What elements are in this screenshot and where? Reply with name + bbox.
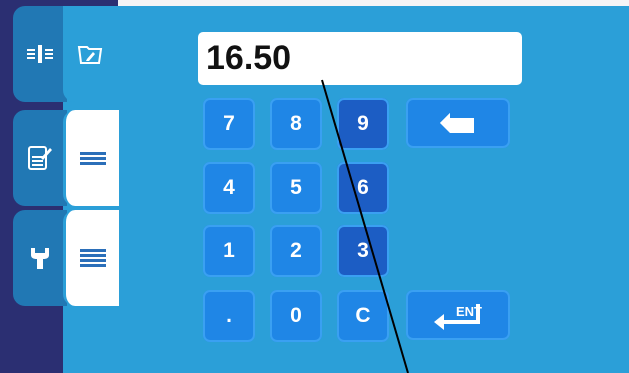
screen: 16.50 7 8 9 4 5 6 1 2 3 . 0 C ENT (0, 0, 629, 373)
key-dot[interactable]: . (203, 290, 255, 342)
key-8[interactable]: 8 (270, 98, 322, 150)
key-clear[interactable]: C (337, 290, 389, 342)
numeric-display: 16.50 (198, 32, 522, 85)
hamburger-icon (79, 150, 106, 167)
tab-edit[interactable] (13, 110, 67, 206)
key-4[interactable]: 4 (203, 162, 255, 214)
document-edit-icon (28, 146, 52, 170)
key-7[interactable]: 7 (203, 98, 255, 150)
wrench-icon (31, 248, 49, 269)
tab-files[interactable] (63, 6, 116, 102)
backspace-button[interactable] (406, 98, 510, 148)
tab-menu-2[interactable] (63, 210, 119, 306)
key-5[interactable]: 5 (270, 162, 322, 214)
enter-button[interactable]: ENT (406, 290, 510, 340)
display-value: 16.50 (206, 39, 292, 77)
key-0[interactable]: 0 (270, 290, 322, 342)
tab-settings-align[interactable] (13, 6, 67, 102)
tab-tools[interactable] (13, 210, 67, 306)
backspace-icon (440, 113, 474, 133)
enter-arrow-icon: ENT (434, 304, 482, 330)
folder-edit-icon (77, 46, 102, 64)
key-6[interactable]: 6 (337, 162, 389, 214)
tab-menu-1[interactable] (63, 110, 119, 206)
key-2[interactable]: 2 (270, 225, 322, 277)
key-9[interactable]: 9 (337, 98, 389, 150)
enter-label: ENT (456, 304, 482, 319)
sliders-align-icon (27, 45, 53, 63)
hamburger-icon (79, 247, 106, 269)
key-3[interactable]: 3 (337, 225, 389, 277)
key-1[interactable]: 1 (203, 225, 255, 277)
